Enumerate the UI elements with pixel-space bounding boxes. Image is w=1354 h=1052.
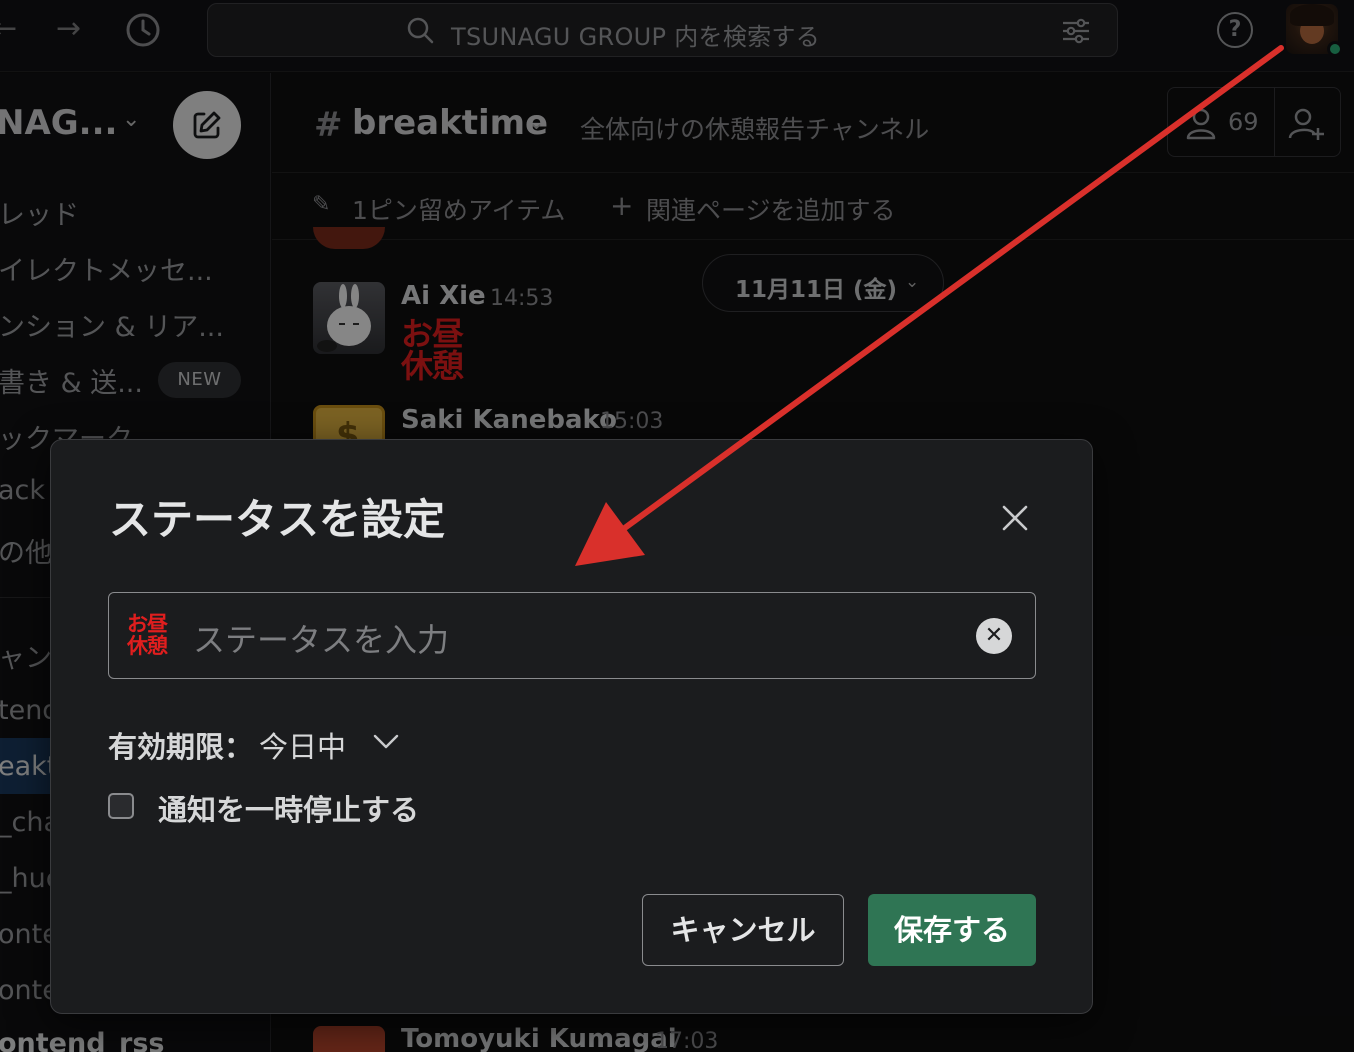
emoji-line: 休憩 xyxy=(127,634,168,658)
close-icon[interactable] xyxy=(995,498,1035,538)
expiry-select[interactable]: 今日中 xyxy=(259,724,346,766)
pause-notifications-label[interactable]: 通知を一時停止する xyxy=(158,787,419,829)
cancel-button[interactable]: キャンセル xyxy=(642,894,844,966)
save-button[interactable]: 保存する xyxy=(868,894,1036,966)
emoji-line: お昼 xyxy=(127,612,168,636)
status-placeholder[interactable]: ステータスを入力 xyxy=(193,615,449,661)
status-input-field[interactable]: お昼 休憩 ステータスを入力 ✕ xyxy=(108,592,1036,679)
status-emoji-picker[interactable]: お昼 休憩 xyxy=(127,612,168,658)
set-status-dialog: ステータスを設定 お昼 休憩 ステータスを入力 ✕ 有効期限： 今日中 通知を一… xyxy=(50,439,1093,1014)
chevron-down-icon[interactable] xyxy=(371,726,401,756)
clear-status-icon[interactable]: ✕ xyxy=(976,618,1012,654)
pause-notifications-checkbox[interactable] xyxy=(108,793,134,819)
dialog-title: ステータスを設定 xyxy=(109,495,446,544)
expiry-label: 有効期限： xyxy=(108,730,254,764)
